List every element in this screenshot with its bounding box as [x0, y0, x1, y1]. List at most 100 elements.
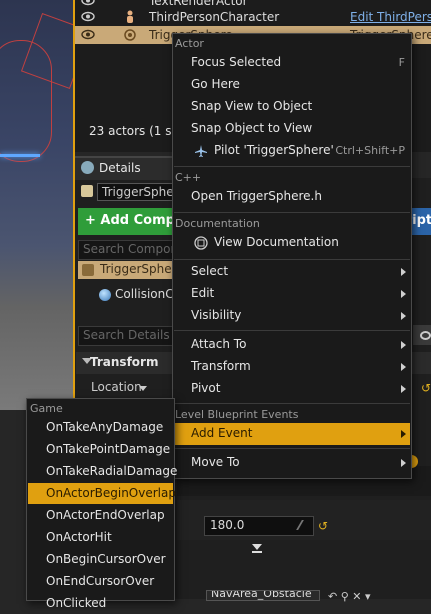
event-item-label: OnTakePointDamage — [46, 442, 171, 456]
menu-item-shortcut: F — [398, 56, 405, 69]
menu-item-pilot[interactable]: Pilot 'TriggerSphere' Ctrl+Shift+P — [174, 140, 410, 162]
reset-arrow-icon[interactable]: ↺ — [318, 519, 328, 533]
event-item[interactable]: OnClicked — [28, 593, 173, 614]
menu-item-add-event[interactable]: Add Event — [174, 423, 410, 445]
menu-item-snap-object[interactable]: Snap Object to View — [174, 118, 410, 140]
menu-item-visibility[interactable]: Visibility — [174, 305, 410, 327]
airplane-icon — [195, 145, 207, 157]
actor-icon — [81, 185, 93, 197]
menu-separator — [174, 166, 410, 167]
scale-input[interactable]: 180.0 — [204, 516, 314, 536]
outliner-row-name: ThirdPersonCharacter — [149, 10, 280, 24]
section-header-actor: Actor — [175, 37, 204, 50]
location-label[interactable]: Location — [91, 380, 142, 394]
search-components-placeholder: Search Compone — [83, 242, 186, 256]
menu-item-open-header[interactable]: Open TriggerSphere.h — [174, 186, 410, 208]
section-header-level-blueprint: Level Blueprint Events — [175, 408, 299, 421]
event-item[interactable]: OnBeginCursorOver — [28, 549, 173, 570]
event-item-label: OnClicked — [46, 596, 107, 610]
event-item[interactable]: OnEndCursorOver — [28, 571, 173, 592]
search-details-placeholder: Search Details — [83, 328, 170, 342]
menu-item-label: Select — [191, 264, 229, 278]
menu-item-label: Add Event — [191, 426, 253, 440]
outliner-row[interactable]: ThirdPersonCharacter Edit ThirdPers — [75, 8, 431, 26]
menu-item-transform[interactable]: Transform — [174, 356, 410, 378]
menu-separator — [174, 403, 410, 404]
section-header-documentation: Documentation — [175, 217, 260, 230]
character-icon — [127, 10, 133, 23]
event-item[interactable]: OnTakeRadialDamage — [28, 461, 177, 482]
menu-item-label: Edit — [191, 286, 215, 300]
menu-item-label: Attach To — [191, 337, 247, 351]
event-item[interactable]: OnTakeAnyDamage — [28, 417, 173, 438]
menu-item-label: Pivot — [191, 381, 221, 395]
reset-arrow-icon[interactable]: ↺ — [421, 381, 431, 395]
menu-item-label: View Documentation — [214, 235, 339, 249]
scale-value: 180.0 — [210, 518, 245, 532]
menu-item-move-to[interactable]: Move To — [174, 452, 410, 474]
submenu-arrow-icon — [401, 430, 406, 438]
light-beam — [0, 154, 40, 157]
eye-icon[interactable] — [420, 331, 431, 340]
edit-blueprint-link[interactable]: Edit ThirdPers — [350, 10, 431, 24]
menu-item-shortcut: Ctrl+Shift+P — [335, 144, 405, 157]
nav-area-dropdown[interactable]: NavArea_Obstacle — [206, 590, 320, 601]
menu-item-label: Visibility — [191, 308, 242, 322]
trigger-icon — [124, 29, 136, 41]
menu-item-label: Move To — [191, 455, 240, 469]
menu-item-edit[interactable]: Edit — [174, 283, 410, 305]
section-header-cpp: C++ — [175, 171, 202, 184]
menu-item-label: Transform — [191, 359, 251, 373]
submenu-arrow-icon — [401, 312, 406, 320]
menu-item-label: Snap Object to View — [191, 121, 313, 135]
game-events-submenu: Game OnTakeAnyDamage OnTakePointDamage O… — [26, 398, 177, 610]
expand-icon-bar — [252, 551, 262, 553]
event-item-highlighted[interactable]: OnActorBeginOverlap — [28, 483, 176, 504]
search-details-input[interactable]: Search Details — [78, 326, 177, 346]
add-component-label: + Add Compo — [85, 213, 184, 228]
menu-item-pivot[interactable]: Pivot — [174, 378, 410, 400]
event-item[interactable]: OnActorHit — [28, 527, 173, 548]
submenu-arrow-icon — [401, 459, 406, 467]
submenu-arrow-icon — [401, 268, 406, 276]
eye-icon[interactable] — [81, 0, 95, 6]
menu-item-go-here[interactable]: Go Here — [174, 74, 410, 96]
event-item-label: OnActorBeginOverlap — [46, 486, 176, 500]
menu-item-focus-selected[interactable]: Focus Selected F — [174, 52, 410, 74]
eye-icon[interactable] — [81, 11, 95, 22]
asset-tool-icons[interactable]: ↶ ⚲ ✕ ▾ — [328, 590, 431, 603]
actor-count: 23 actors (1 sel — [89, 124, 183, 138]
event-item[interactable]: OnActorEndOverlap — [28, 505, 173, 526]
menu-separator — [174, 212, 410, 213]
level-viewport[interactable] — [0, 0, 75, 410]
menu-item-label: Snap View to Object — [191, 99, 313, 113]
tab-details[interactable]: Details — [75, 156, 175, 180]
chevron-down-icon[interactable] — [139, 386, 147, 391]
outliner-row-name: TextRenderActor — [149, 0, 248, 8]
menu-item-attach-to[interactable]: Attach To — [174, 334, 410, 356]
drag-handle-icon[interactable] — [296, 520, 312, 530]
event-item-label: OnActorHit — [46, 530, 112, 544]
add-component-button[interactable]: + Add Compo — [78, 208, 184, 235]
event-item-label: OnTakeAnyDamage — [46, 420, 164, 434]
expand-icon[interactable] — [252, 544, 262, 550]
menu-item-snap-view[interactable]: Snap View to Object — [174, 96, 410, 118]
menu-separator — [174, 259, 410, 260]
component-row-root[interactable]: TriggerSphere — [78, 261, 184, 279]
eye-icon[interactable] — [81, 29, 95, 40]
actor-name-field[interactable]: TriggerSphe — [97, 183, 175, 201]
event-item-label: OnActorEndOverlap — [46, 508, 165, 522]
event-item[interactable]: OnTakePointDamage — [28, 439, 173, 460]
submenu-arrow-icon — [401, 341, 406, 349]
event-item-label: OnEndCursorOver — [46, 574, 155, 588]
menu-item-view-documentation[interactable]: View Documentation — [174, 232, 410, 254]
menu-item-select[interactable]: Select — [174, 261, 410, 283]
submenu-arrow-icon — [401, 385, 406, 393]
menu-separator — [174, 330, 410, 331]
menu-item-label: Pilot 'TriggerSphere' — [214, 143, 334, 157]
menu-item-label: Open TriggerSphere.h — [191, 189, 322, 203]
search-components-input[interactable]: Search Compone — [78, 240, 185, 260]
sphere-icon — [99, 289, 111, 301]
menu-item-label: Go Here — [191, 77, 240, 91]
submenu-arrow-icon — [401, 363, 406, 371]
